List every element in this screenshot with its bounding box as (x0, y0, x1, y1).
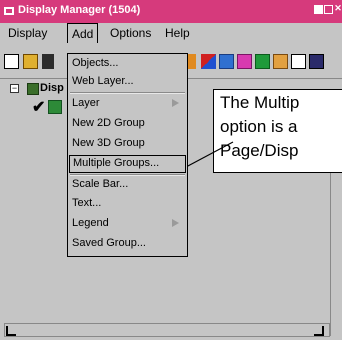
menu-item-label: Saved Group... (72, 237, 146, 249)
menu-item-new-2d-group[interactable]: New 2D Group (68, 115, 187, 133)
menu-item-text[interactable]: Text... (68, 195, 187, 213)
menu-item-label: Scale Bar... (72, 178, 129, 190)
menu-item-label: Multiple Groups... (73, 157, 160, 169)
menu-separator (70, 92, 185, 94)
submenu-arrow-icon (172, 99, 179, 107)
menu-item-label: New 2D Group (72, 117, 145, 129)
menu-item-label: Web Layer... (72, 75, 134, 87)
menu-item-label: Objects... (72, 57, 119, 69)
menu-item-saved-group[interactable]: Saved Group... (68, 235, 187, 253)
menu-item-web-layer[interactable]: Web Layer... (68, 73, 187, 91)
add-menu-dropdown: Objects... Web Layer... Layer New 2D Gro… (67, 53, 188, 257)
menu-item-label: Text... (72, 197, 102, 209)
menu-item-label: Layer (72, 97, 100, 109)
menu-item-label: Legend (72, 217, 109, 229)
menu-item-layer[interactable]: Layer (68, 95, 187, 113)
display-manager-window: Display Manager (1504) ✕ Display Add Opt… (0, 0, 342, 340)
menu-item-new-3d-group[interactable]: New 3D Group (68, 135, 187, 153)
menu-item-multiple-groups[interactable]: Multiple Groups... (69, 155, 186, 173)
submenu-arrow-icon (172, 219, 179, 227)
menu-item-objects[interactable]: Objects... (68, 55, 187, 73)
menu-item-legend[interactable]: Legend (68, 215, 187, 233)
menu-item-label: New 3D Group (72, 137, 145, 149)
menu-item-scale-bar[interactable]: Scale Bar... (68, 176, 187, 194)
